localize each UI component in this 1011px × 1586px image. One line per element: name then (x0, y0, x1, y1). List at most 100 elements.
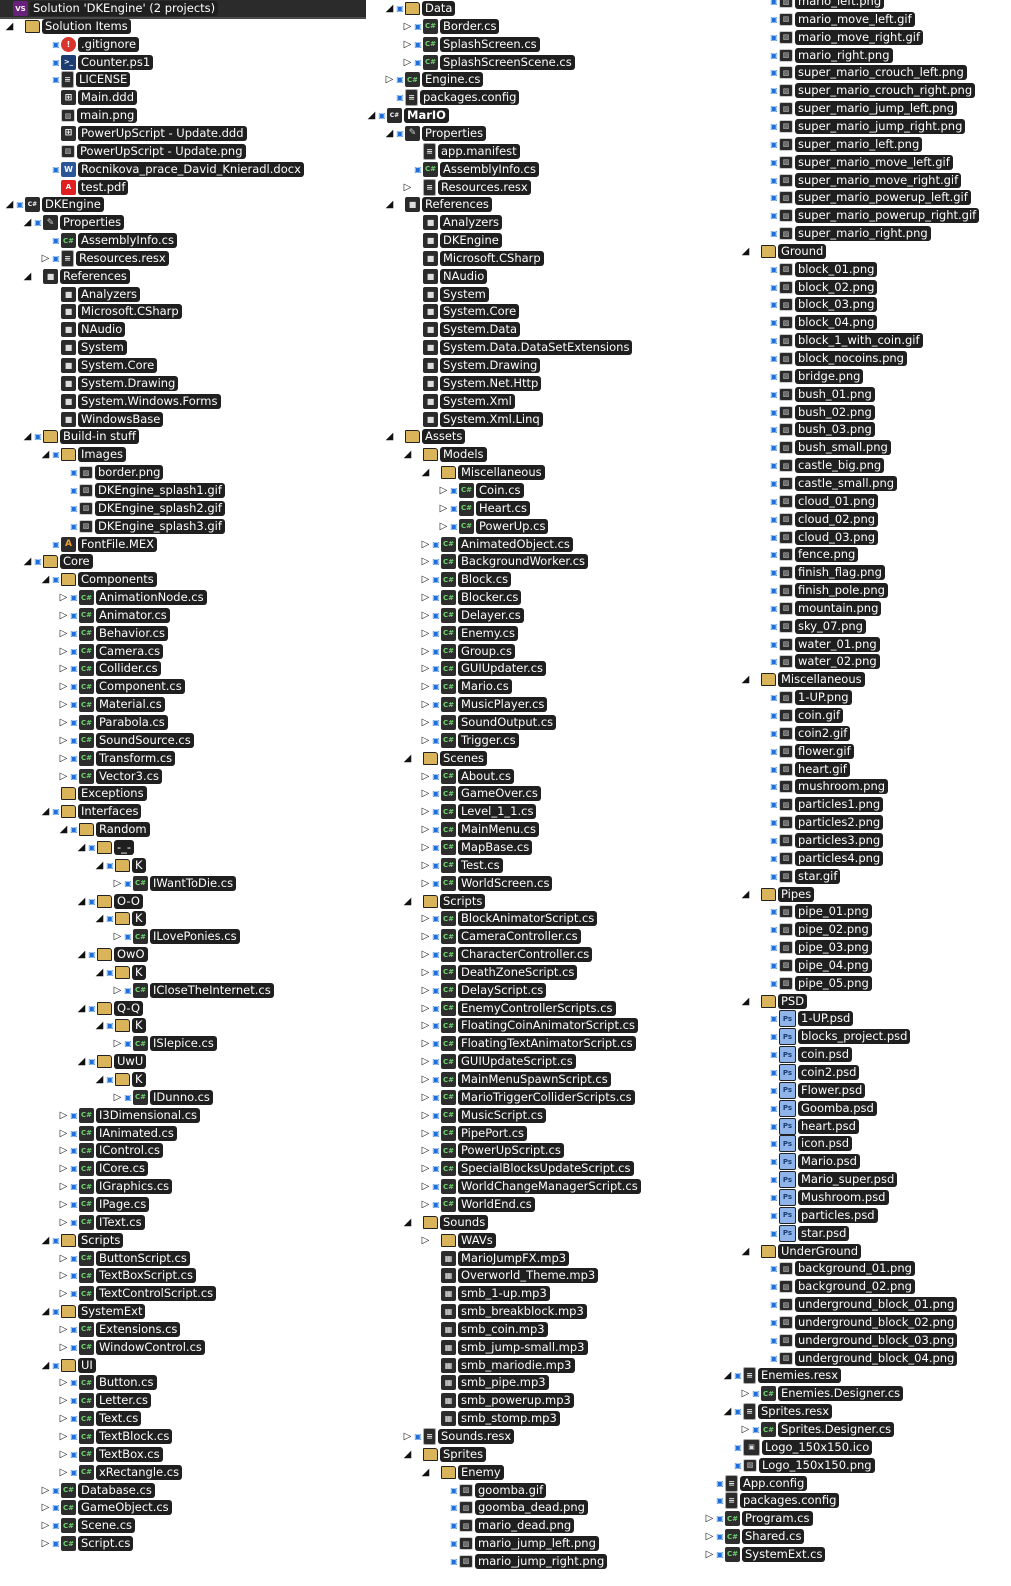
expanded-chevron-icon[interactable]: ◢ (76, 1000, 87, 1017)
collapsed-chevron-icon[interactable]: ▷ (420, 928, 431, 945)
tree-node[interactable]: ◢ Miscellaneous (740, 671, 865, 688)
tree-node[interactable]: ▷ ▣ C# MainMenuSpawnScript.cs (420, 1071, 611, 1088)
tree-node[interactable]: ▷ ▣ C# Camera.cs (58, 643, 164, 660)
tree-item[interactable]: ■ System.Net.Http (402, 375, 542, 392)
tree-item[interactable]: ▣ ▨ super_mario_move_right.gif (758, 172, 962, 189)
expanded-chevron-icon[interactable]: ◢ (22, 214, 33, 231)
tree-node[interactable]: ▷ ▣ C# ISlepice.cs (112, 1035, 217, 1052)
tree-node[interactable]: ◢ ▣ K (94, 964, 146, 981)
expanded-chevron-icon[interactable]: ◢ (76, 1053, 87, 1070)
tree-item[interactable]: ▣ Ps Flower.psd (758, 1081, 866, 1099)
tree-node[interactable]: ◢ Miscellaneous (420, 464, 545, 481)
collapsed-chevron-icon[interactable]: ▷ (58, 1142, 69, 1159)
tree-item[interactable]: ▦ smb_pipe.mp3 (420, 1374, 549, 1391)
tree-node[interactable]: ▷ ▣ C# Component.cs (58, 678, 185, 695)
collapsed-chevron-icon[interactable]: ▷ (58, 1178, 69, 1195)
collapsed-chevron-icon[interactable]: ▷ (58, 1196, 69, 1213)
collapsed-chevron-icon[interactable]: ▷ (420, 1142, 431, 1159)
tree-node[interactable]: ▷ ▣ C# IDunno.cs (112, 1089, 213, 1106)
tree-item[interactable]: ▣ ≡ App.config (704, 1474, 808, 1492)
collapsed-chevron-icon[interactable]: ▷ (420, 1232, 431, 1249)
tree-item[interactable]: ■ System.Data (402, 321, 520, 338)
tree-item[interactable]: ▣ ▨ cloud_02.png (758, 511, 879, 528)
expanded-chevron-icon[interactable]: ◢ (384, 0, 395, 17)
tree-node[interactable]: ▷ ▣ C# ILovePonies.cs (112, 928, 240, 945)
tree-node[interactable]: ▷ ▣ C# BackgroundWorker.cs (420, 553, 589, 570)
tree-item[interactable]: ▣ ▨ underground_block_02.png (758, 1314, 958, 1331)
tree-item[interactable]: ■ System.Core (40, 357, 158, 374)
tree-node[interactable]: ◢ ▣ Core (22, 553, 93, 570)
tree-node[interactable]: ▷ ▣ C# IGraphics.cs (58, 1178, 173, 1195)
expanded-chevron-icon[interactable]: ◢ (58, 821, 69, 838)
tree-node[interactable]: ▷ ▣ C# About.cs (420, 768, 514, 785)
collapsed-chevron-icon[interactable]: ▷ (58, 1285, 69, 1302)
tree-node[interactable]: ▷ ▣ C# Shared.cs (704, 1528, 805, 1545)
tree-item[interactable]: ■ Microsoft.CSharp (40, 303, 182, 320)
tree-item[interactable]: ■ System.Xml (402, 393, 515, 410)
collapsed-chevron-icon[interactable]: ▷ (384, 71, 395, 88)
tree-item[interactable]: ▦ smb_1-up.mp3 (420, 1285, 550, 1302)
tree-item[interactable]: ▣ ▨ cloud_03.png (758, 529, 879, 546)
tree-node[interactable]: ▷ ≡ Resources.resx (402, 178, 531, 196)
collapsed-chevron-icon[interactable]: ▷ (704, 1546, 715, 1563)
collapsed-chevron-icon[interactable]: ▷ (58, 1250, 69, 1267)
tree-node[interactable]: ▷ ▣ C# PowerUp.cs (438, 518, 549, 535)
expanded-chevron-icon[interactable]: ◢ (420, 464, 431, 481)
collapsed-chevron-icon[interactable]: ▷ (420, 1089, 431, 1106)
tree-node[interactable]: ▷ ▣ ≡ Resources.resx (40, 249, 169, 267)
tree-item[interactable]: ▦ Overworld_Theme.mp3 (420, 1267, 599, 1284)
collapsed-chevron-icon[interactable]: ▷ (112, 1089, 123, 1106)
tree-item[interactable]: ▣ ▨ sky_07.png (758, 618, 866, 635)
collapsed-chevron-icon[interactable]: ▷ (420, 946, 431, 963)
tree-item[interactable]: Exceptions (40, 785, 147, 802)
tree-item[interactable]: ▣ ▨ pipe_05.png (758, 975, 872, 992)
collapsed-chevron-icon[interactable]: ▷ (420, 1000, 431, 1017)
collapsed-chevron-icon[interactable]: ▷ (58, 589, 69, 606)
tree-node[interactable]: ▷ ▣ C# IAnimated.cs (58, 1125, 177, 1142)
tree-node[interactable]: ◢ ▣ C# DKEngine (4, 196, 104, 213)
tree-item[interactable]: ▦ smb_stomp.mp3 (420, 1410, 560, 1427)
collapsed-chevron-icon[interactable]: ▷ (420, 1035, 431, 1052)
tree-item[interactable]: ▣ ▨ block_04.png (758, 314, 878, 331)
tree-node[interactable]: ▷ ▣ C# WindowControl.cs (58, 1339, 205, 1356)
tree-node[interactable]: ▷ ▣ C# DelayScript.cs (420, 982, 547, 999)
tree-node[interactable]: ◢ ▣ ≡ Sprites.resx (722, 1403, 833, 1421)
tree-node[interactable]: ◢ ▣ ✎ Properties (384, 125, 487, 142)
collapsed-chevron-icon[interactable]: ▷ (58, 1428, 69, 1445)
tree-item[interactable]: ▣! .gitignore (40, 36, 140, 53)
collapsed-chevron-icon[interactable]: ▷ (40, 250, 51, 267)
collapsed-chevron-icon[interactable]: ▷ (58, 750, 69, 767)
collapsed-chevron-icon[interactable]: ▷ (58, 660, 69, 677)
tree-item[interactable]: ▣ ▣ Logo_150x150.ico (722, 1438, 873, 1456)
tree-item[interactable]: ▣ A FontFile.MEX (40, 536, 158, 553)
collapsed-chevron-icon[interactable]: ▷ (420, 643, 431, 660)
tree-node[interactable]: ◢ ▣ Build-in stuff (22, 428, 139, 445)
collapsed-chevron-icon[interactable]: ▷ (58, 625, 69, 642)
collapsed-chevron-icon[interactable]: ▷ (402, 18, 413, 35)
tree-item[interactable]: ▣ ▨ goomba_dead.png (438, 1499, 588, 1516)
collapsed-chevron-icon[interactable]: ▷ (112, 928, 123, 945)
tree-item[interactable]: ■ NAudio (40, 321, 126, 338)
tree-item[interactable]: ▣ ≡ packages.config (704, 1492, 840, 1510)
tree-node[interactable]: ▷ ▣ C# SpecialBlocksUpdateScript.cs (420, 1160, 634, 1177)
expanded-chevron-icon[interactable]: ◢ (740, 1243, 751, 1260)
tree-node[interactable]: ▷ ▣ C# IText.cs (58, 1214, 145, 1231)
tree-node[interactable]: ▷ ▣ C# GameOver.cs (420, 785, 541, 802)
collapsed-chevron-icon[interactable]: ▷ (420, 1196, 431, 1213)
collapsed-chevron-icon[interactable]: ▷ (420, 875, 431, 892)
tree-node[interactable]: ▷ ▣ C# Mario.cs (420, 678, 512, 695)
tree-item[interactable]: ▣ Ps star.psd (758, 1224, 850, 1242)
tree-item[interactable]: ▣ ▨ super_mario_crouch_right.png (758, 82, 976, 99)
expanded-chevron-icon[interactable]: ◢ (740, 886, 751, 903)
expanded-chevron-icon[interactable]: ◢ (40, 571, 51, 588)
tree-node[interactable]: ◢ ▣ Q-Q (76, 1000, 143, 1017)
tree-node[interactable]: ▷ ▣ C# Delayer.cs (420, 607, 524, 624)
expanded-chevron-icon[interactable]: ◢ (22, 553, 33, 570)
collapsed-chevron-icon[interactable]: ▷ (112, 875, 123, 892)
collapsed-chevron-icon[interactable]: ▷ (704, 1528, 715, 1545)
tree-node[interactable]: ◢ ▣ K (94, 1071, 146, 1088)
expanded-chevron-icon[interactable]: ◢ (4, 18, 15, 35)
tree-item[interactable]: ▦ smb_breakblock.mp3 (420, 1303, 587, 1320)
tree-item[interactable]: ▣ Ps Mushroom.psd (758, 1188, 889, 1206)
tree-node[interactable]: ▷ ▣ C# MarioTriggerColliderScripts.cs (420, 1089, 635, 1106)
